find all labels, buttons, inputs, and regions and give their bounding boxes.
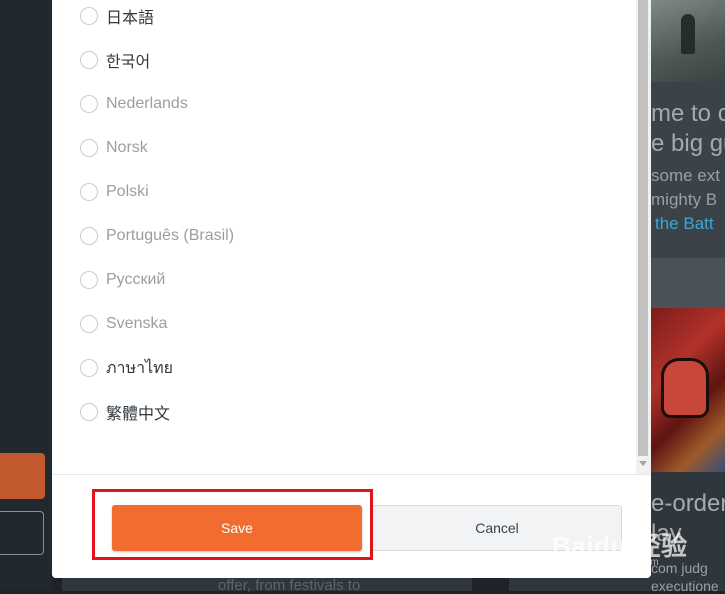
radio-button[interactable] [80,7,98,25]
radio-button[interactable] [80,51,98,69]
article-link[interactable]: the Batt [655,214,714,234]
photo-figure [681,14,695,54]
background-bottom-text: offer, from festivals to [218,577,361,594]
language-option-portuguese-brazil[interactable]: Português (Brasil) [80,224,234,248]
scroll-down-arrow-icon[interactable] [639,461,647,466]
language-option-polish[interactable]: Polski [80,180,149,204]
radio-button[interactable] [80,95,98,113]
language-option-norwegian[interactable]: Norsk [80,136,148,160]
background-gray-band [651,258,725,308]
background-right-column: me to ca e big gu some ext mighty B the … [651,0,725,591]
language-option-korean[interactable]: 한국어 [80,48,150,72]
poster-mask-figure [661,358,709,418]
language-label: Norsk [106,139,148,156]
language-label: ภาษาไทย [106,359,174,377]
background-left-panel [0,0,52,591]
background-poster-image [651,308,725,472]
article-body-line: some ext [651,166,720,185]
radio-button[interactable] [80,315,98,333]
background-article: me to ca e big gu some ext mighty B the … [651,82,725,258]
article-body-line: executione [651,578,719,591]
language-label: 日本語 [106,10,155,27]
watermark-url: jingyan.baidu.com [578,557,659,568]
article-body-line: mighty B [651,190,718,209]
language-label: Русский [106,271,166,288]
language-label: Nederlands [106,95,188,112]
background-article-photo [651,0,725,82]
scrollbar-thumb[interactable] [638,0,648,456]
radio-button[interactable] [80,359,98,377]
language-label: 繁體中文 [106,406,171,423]
radio-button[interactable] [80,227,98,245]
language-label: 한국어 [106,54,151,71]
language-label: Polski [106,183,149,200]
background-outline-button[interactable] [0,511,44,555]
radio-button[interactable] [80,271,98,289]
baidu-watermark: Baidu 经验 jingyan.baidu.com [552,526,687,568]
save-button[interactable]: Save [112,505,362,551]
radio-button[interactable] [80,403,98,421]
article-title-line: me to ca [651,100,725,127]
background-orange-button[interactable] [0,453,45,499]
language-label: Português (Brasil) [106,227,235,244]
language-option-dutch[interactable]: Nederlands [80,92,188,116]
language-option-swedish[interactable]: Svenska [80,312,167,336]
list-scrollbar[interactable] [636,0,651,474]
language-list: 日本語 한국어 Nederlands Norsk Polski Portuguê… [52,0,651,474]
language-option-thai[interactable]: ภาษาไทย [80,356,173,380]
language-label: Svenska [106,315,168,332]
language-dialog: 日本語 한국어 Nederlands Norsk Polski Portuguê… [52,0,651,578]
article-title-line: e big gu [651,130,725,157]
article-title-line: e-order [651,490,725,517]
language-option-traditional-chinese[interactable]: 繁體中文 [80,400,170,424]
language-option-japanese[interactable]: 日本語 [80,4,154,28]
radio-button[interactable] [80,139,98,157]
radio-button[interactable] [80,183,98,201]
language-option-russian[interactable]: Русский [80,268,165,292]
